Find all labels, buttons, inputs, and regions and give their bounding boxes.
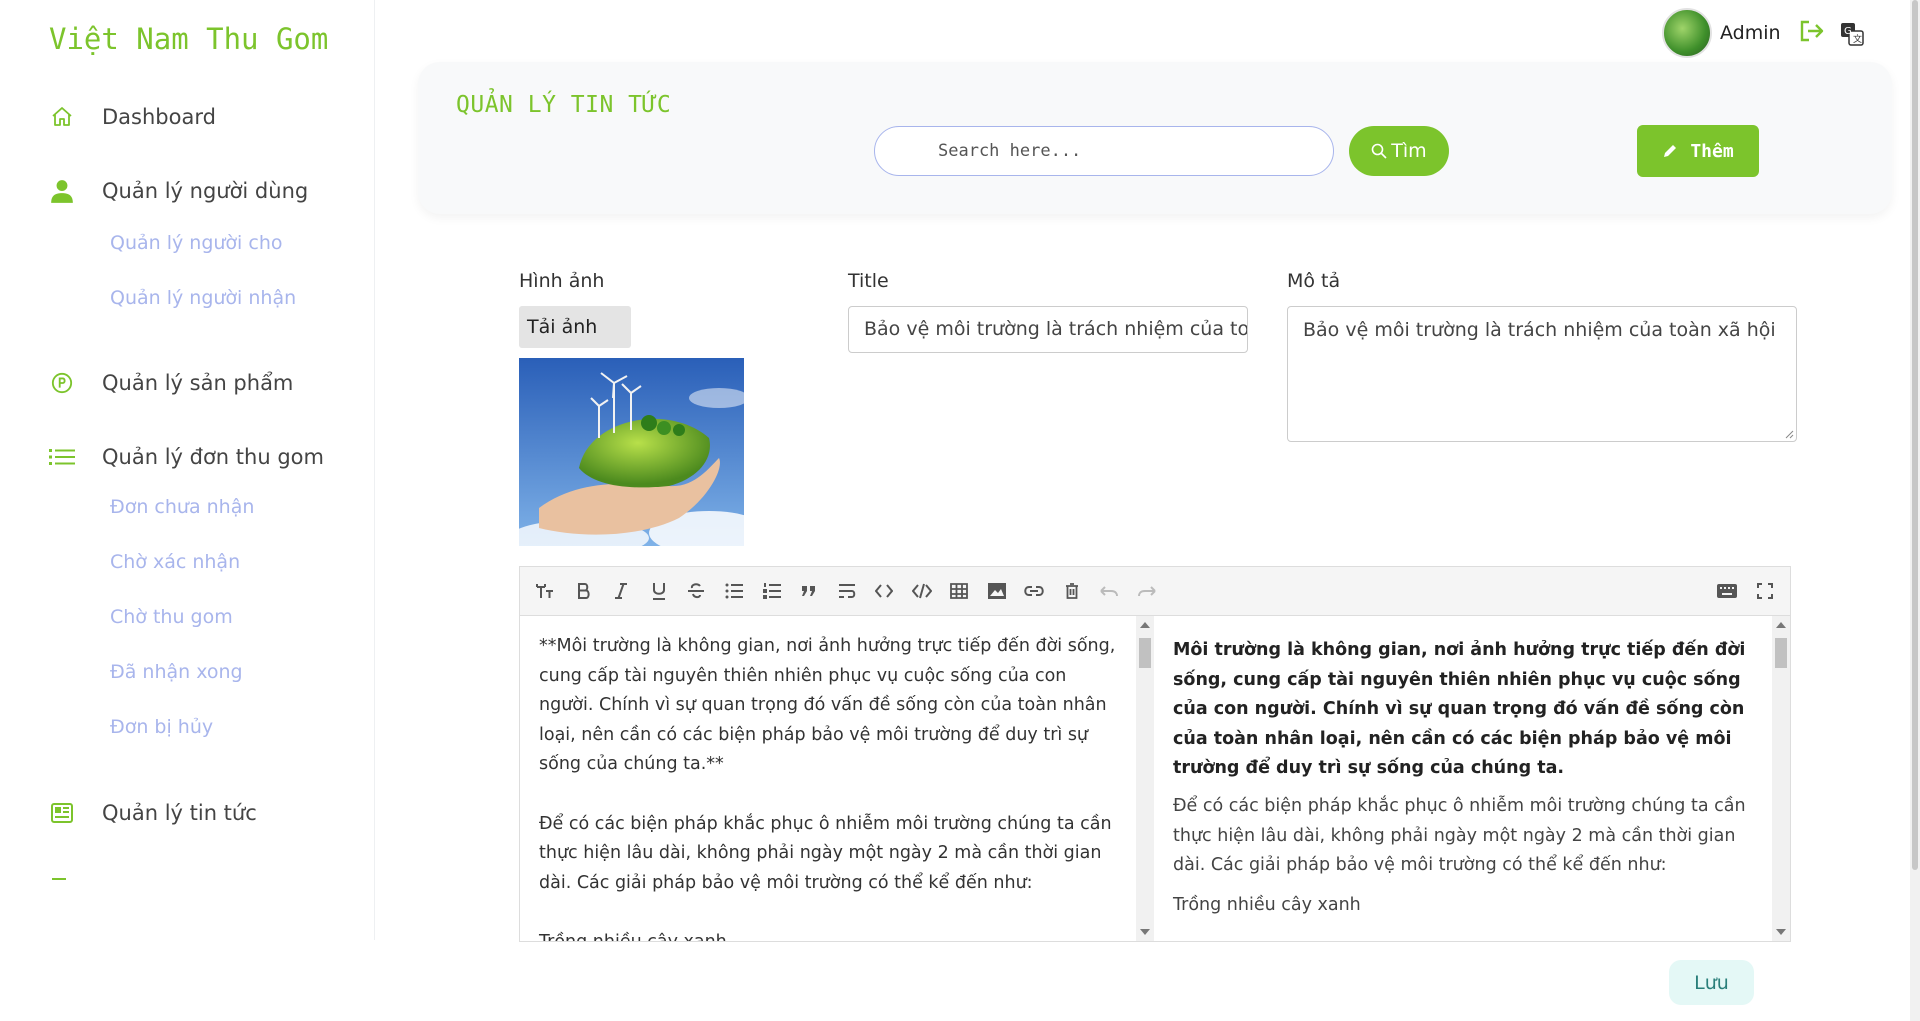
link-icon[interactable]: [1022, 579, 1046, 603]
bold-icon[interactable]: [572, 579, 596, 603]
search-button-label: Tìm: [1391, 140, 1427, 162]
wrap-text-icon[interactable]: [835, 579, 859, 603]
header-card: QUẢN LÝ TIN TỨC Tìm Thêm: [418, 62, 1892, 214]
upload-image-button[interactable]: Tải ảnh: [519, 306, 631, 348]
pencil-icon: [1662, 143, 1678, 159]
description-value: Bảo vệ môi trường là trách nhiệm của toà…: [1303, 319, 1776, 341]
image-label: Hình ảnh: [519, 270, 605, 292]
code-block-icon[interactable]: [910, 579, 934, 603]
news-icon: [49, 800, 75, 826]
strikethrough-icon[interactable]: [684, 579, 708, 603]
page-title: QUẢN LÝ TIN TỨC: [456, 92, 672, 118]
sidebar-sub-order-pending[interactable]: Chờ xác nhận: [110, 551, 240, 573]
code-icon[interactable]: [872, 579, 896, 603]
title-input[interactable]: Bảo vệ môi trường là trách nhiệm của toà…: [848, 306, 1248, 353]
svg-text:G: G: [1844, 26, 1852, 37]
sidebar-sub-order-unreceived[interactable]: Đơn chưa nhận: [110, 496, 254, 518]
translate-icon[interactable]: G文: [1840, 22, 1864, 46]
markdown-preview-pane: Môi trường là không gian, nơi ảnh hưởng …: [1154, 616, 1771, 941]
search-button[interactable]: Tìm: [1349, 126, 1449, 176]
page-scrollbar[interactable]: [1910, 0, 1920, 1021]
quote-icon[interactable]: [797, 579, 821, 603]
search-input[interactable]: [875, 127, 1333, 175]
avatar[interactable]: [1662, 8, 1712, 58]
product-icon: [49, 370, 75, 396]
heading-icon[interactable]: [534, 579, 558, 603]
list-icon: [49, 444, 75, 470]
search-box: [874, 126, 1334, 176]
editor-toolbar: [520, 567, 1790, 616]
sidebar-overflow-indicator: [52, 878, 66, 880]
add-button-label: Thêm: [1690, 140, 1734, 162]
save-button[interactable]: Lưu: [1669, 960, 1754, 1005]
underline-icon[interactable]: [647, 579, 671, 603]
image-icon[interactable]: [985, 579, 1009, 603]
scroll-down-icon[interactable]: [1776, 929, 1786, 935]
sidebar-item-dashboard[interactable]: Dashboard: [49, 104, 216, 130]
page-scroll-thumb[interactable]: [1912, 0, 1918, 870]
preview-paragraph: Trồng nhiều cây xanh: [1173, 894, 1361, 915]
unordered-list-icon[interactable]: [722, 579, 746, 603]
source-scrollbar[interactable]: [1136, 616, 1154, 941]
scroll-up-icon[interactable]: [1140, 622, 1150, 628]
redo-icon[interactable]: [1135, 579, 1159, 603]
description-textarea[interactable]: Bảo vệ môi trường là trách nhiệm của toà…: [1287, 306, 1797, 442]
keyboard-icon[interactable]: [1715, 579, 1739, 603]
logout-icon[interactable]: [1799, 19, 1825, 47]
preview-paragraph: Môi trường là không gian, nơi ảnh hưởng …: [1173, 640, 1746, 779]
undo-icon[interactable]: [1097, 579, 1121, 603]
sidebar-sub-receivers[interactable]: Quản lý người nhận: [110, 287, 296, 309]
sidebar-item-news[interactable]: Quản lý tin tức: [49, 800, 257, 826]
scroll-down-icon[interactable]: [1140, 929, 1150, 935]
markdown-paragraph: Để có các biện pháp khắc phục ô nhiễm mô…: [539, 813, 1112, 893]
scroll-thumb[interactable]: [1775, 638, 1787, 668]
sidebar-item-label: Quản lý sản phẩm: [102, 371, 294, 395]
sidebar-sub-order-cancelled[interactable]: Đơn bị hủy: [110, 716, 213, 738]
search-icon: [1371, 143, 1387, 159]
svg-text:文: 文: [1853, 33, 1862, 45]
brand-logo-text[interactable]: Việt Nam Thu Gom: [49, 22, 328, 56]
title-label: Title: [848, 270, 889, 292]
table-icon[interactable]: [947, 579, 971, 603]
fullscreen-icon[interactable]: [1753, 579, 1777, 603]
user-menu[interactable]: Admin: [1662, 8, 1825, 58]
sidebar-item-orders[interactable]: Quản lý đơn thu gom: [49, 444, 324, 470]
image-preview: [519, 358, 744, 546]
scroll-thumb[interactable]: [1139, 638, 1151, 668]
sidebar-sub-order-collecting[interactable]: Chờ thu gom: [110, 606, 233, 628]
markdown-editor: **Môi trường là không gian, nơi ảnh hưởn…: [519, 566, 1791, 942]
sidebar-item-products[interactable]: Quản lý sản phẩm: [49, 370, 293, 396]
user-icon: [49, 178, 75, 204]
ordered-list-icon[interactable]: [760, 579, 784, 603]
sidebar: Việt Nam Thu Gom Dashboard Quản lý người…: [0, 0, 375, 940]
resize-grip-icon[interactable]: [1784, 429, 1794, 439]
sidebar-sub-order-done[interactable]: Đã nhận xong: [110, 661, 243, 683]
add-button[interactable]: Thêm: [1637, 125, 1759, 177]
sidebar-item-label: Quản lý người dùng: [102, 179, 309, 203]
sidebar-item-label: Quản lý tin tức: [102, 801, 257, 825]
sidebar-sub-givers[interactable]: Quản lý người cho: [110, 232, 282, 254]
preview-paragraph: Để có các biện pháp khắc phục ô nhiễm mô…: [1173, 795, 1746, 876]
italic-icon[interactable]: [609, 579, 633, 603]
sidebar-item-label: Quản lý đơn thu gom: [102, 445, 324, 469]
preview-scrollbar[interactable]: [1772, 616, 1790, 941]
home-icon: [49, 104, 75, 130]
scroll-up-icon[interactable]: [1776, 622, 1786, 628]
sidebar-item-label: Dashboard: [102, 105, 216, 129]
markdown-paragraph: **Môi trường là không gian, nơi ảnh hưởn…: [539, 636, 1116, 775]
clear-icon[interactable]: [1060, 579, 1084, 603]
description-label: Mô tả: [1287, 270, 1341, 292]
user-name: Admin: [1720, 22, 1781, 44]
markdown-source-pane[interactable]: **Môi trường là không gian, nơi ảnh hưởn…: [520, 616, 1136, 941]
sidebar-item-users[interactable]: Quản lý người dùng: [49, 178, 308, 204]
markdown-paragraph: Trồng nhiều cây xanh: [539, 928, 1117, 941]
